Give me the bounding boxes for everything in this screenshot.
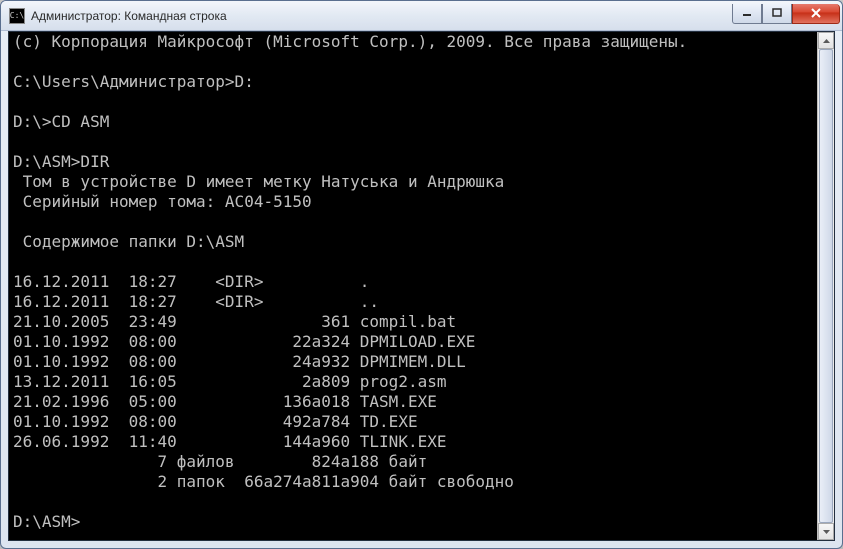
dir-row: 01.10.1992 08:00 24а932 DPMIMEM.DLL [13,352,466,371]
minimize-icon [742,8,752,18]
line-volume: Том в устройстве D имеет метку Натуська … [13,172,504,191]
minimize-button[interactable] [732,4,762,24]
line-summary-files: 7 файлов 824а188 байт [13,452,427,471]
scroll-thumb[interactable] [819,49,833,523]
dir-row: 26.06.1992 11:40 144а960 TLINK.EXE [13,432,446,451]
line-serial: Серийный номер тома: AC04-5150 [13,192,312,211]
dir-row: 01.10.1992 08:00 22а324 DPMILOAD.EXE [13,332,475,351]
window-title: Администратор: Командная строка [31,9,732,23]
chevron-up-icon [823,39,830,43]
line-prompt1: C:\Users\Администратор>D: [13,72,254,91]
scroll-up-button[interactable] [818,32,834,49]
dir-row: 16.12.2011 18:27 <DIR> .. [13,292,379,311]
maximize-icon [772,8,782,18]
window-controls [732,4,840,24]
titlebar[interactable]: C:\ Администратор: Командная строка [1,1,842,31]
vertical-scrollbar[interactable] [817,32,834,540]
line-copyright: (c) Корпорация Майкрософт (Microsoft Cor… [13,32,687,51]
dir-row: 01.10.1992 08:00 492а784 TD.EXE [13,412,418,431]
scroll-down-button[interactable] [818,523,834,540]
chevron-down-icon [823,530,830,534]
close-button[interactable] [792,4,840,24]
client-area: (c) Корпорация Майкрософт (Microsoft Cor… [8,31,835,541]
line-prompt4: D:\ASM> [13,512,80,531]
maximize-button[interactable] [762,4,792,24]
dir-row: 16.12.2011 18:27 <DIR> . [13,272,369,291]
cmd-icon: C:\ [9,8,25,24]
dir-row: 21.02.1996 05:00 136а018 TASM.EXE [13,392,437,411]
scroll-track[interactable] [818,49,834,523]
close-icon [810,8,822,18]
dir-row: 13.12.2011 16:05 2а809 prog2.asm [13,372,446,391]
dir-row: 21.10.2005 23:49 361 compil.bat [13,312,456,331]
command-prompt-window: C:\ Администратор: Командная строка (c) … [0,0,843,549]
line-prompt2: D:\>CD ASM [13,112,109,131]
line-contents: Содержимое папки D:\ASM [13,232,244,251]
terminal-output[interactable]: (c) Корпорация Майкрософт (Microsoft Cor… [9,32,817,540]
line-prompt3: D:\ASM>DIR [13,152,109,171]
line-summary-dirs: 2 папок 66а274а811а904 байт свободно [13,472,514,491]
